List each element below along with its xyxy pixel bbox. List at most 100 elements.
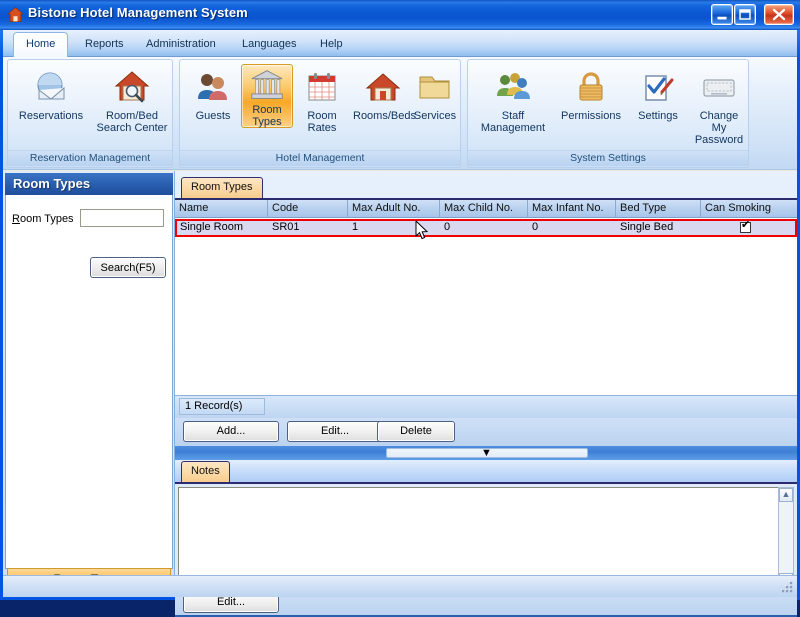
window-title: Bistone Hotel Management System — [28, 5, 248, 20]
ribbon-label-room-types: Room Types — [252, 104, 282, 128]
ribbon-button-settings[interactable]: Settings — [628, 64, 688, 123]
cell-bed-type: Single Bed — [620, 221, 674, 233]
tab-room-types[interactable]: Room Types — [181, 177, 263, 198]
sidebar: Room Types Room Types Search(F5) Room Ty… — [3, 171, 175, 597]
group-people-icon — [497, 73, 530, 99]
cell-max-child: 0 — [444, 221, 451, 233]
title-bar: Bistone Hotel Management System — [0, 0, 800, 30]
sidebar-search-panel: Room Types Search(F5) — [5, 195, 173, 569]
ribbon-group-label-hotel-management: Hotel Management — [180, 150, 460, 166]
grid-action-bar: Add... Edit... Delete — [175, 418, 797, 446]
grid-column-max-child[interactable]: Max Child No. — [440, 200, 528, 218]
table-row[interactable]: Single Room SR01 1 0 0 Single Bed — [175, 219, 797, 237]
ribbon-button-staff-management[interactable]: Staff Management — [474, 64, 552, 135]
notes-scrollbar[interactable]: ▲ ▼ — [778, 487, 794, 588]
keyboard-icon — [703, 79, 735, 97]
ribbon-label-staff-management: Staff Management — [480, 110, 546, 134]
ribbon-label-reservations: Reservations — [18, 110, 84, 122]
ribbon-button-room-types[interactable]: Room Types — [241, 64, 293, 128]
sidebar-header: Room Types — [5, 173, 173, 195]
search-label-rest: oom Types — [19, 213, 74, 225]
ribbon-button-services[interactable]: Services — [410, 64, 460, 123]
pane-splitter[interactable]: ▼ — [175, 446, 797, 460]
search-accel-letter: R — [12, 213, 20, 225]
mouse-cursor — [415, 220, 429, 240]
record-count-label: 1 Record(s) — [179, 398, 265, 415]
ribbon-button-change-my-password[interactable]: Change My Password — [690, 64, 748, 147]
notes-tab-strip: Notes — [175, 460, 797, 482]
ribbon-toolbar: Reservations Room/Bed Search Center Rese… — [3, 57, 797, 170]
ribbon-group-hotel-management: Guests Room Types Room Rates Rooms/Beds … — [179, 59, 461, 168]
menu-tab-administration[interactable]: Administration — [134, 33, 228, 57]
ribbon-group-label-system-settings: System Settings — [468, 150, 748, 166]
globe-envelope-icon — [37, 72, 65, 100]
grid-column-can-smoking[interactable]: Can Smoking — [701, 200, 797, 218]
cell-can-smoking-checkbox[interactable] — [740, 220, 751, 233]
ribbon-button-reservations[interactable]: Reservations — [13, 64, 89, 123]
ribbon-button-rooms-beds[interactable]: Rooms/Beds — [352, 64, 416, 123]
grid-column-max-adult[interactable]: Max Adult No. — [348, 200, 440, 218]
application-window: Bistone Hotel Management System Home Rep… — [0, 0, 800, 617]
ribbon-button-room-rates[interactable]: Room Rates — [296, 64, 348, 135]
edit-button[interactable]: Edit... — [287, 421, 383, 442]
notes-textarea[interactable] — [178, 487, 779, 588]
ribbon-button-guests[interactable]: Guests — [186, 64, 240, 123]
grid-column-name[interactable]: Name — [175, 200, 268, 218]
splitter-handle[interactable]: ▼ — [386, 448, 588, 459]
add-button[interactable]: Add... — [183, 421, 279, 442]
checklist-pen-icon — [645, 75, 674, 101]
calendar-icon — [308, 73, 336, 101]
menu-tab-home[interactable]: Home — [13, 32, 69, 58]
menu-tab-strip: Home Reports Administration Languages He… — [3, 30, 797, 58]
cell-max-infant: 0 — [532, 221, 539, 233]
maximize-button[interactable] — [734, 4, 756, 25]
search-button[interactable]: Search(F5) — [90, 257, 166, 278]
cell-code: SR01 — [272, 221, 300, 233]
search-input[interactable] — [80, 209, 164, 227]
ribbon-group-label-reservation-management: Reservation Management — [8, 150, 172, 166]
menu-tab-reports[interactable]: Reports — [73, 33, 136, 57]
ribbon-button-room-bed-search-center[interactable]: Room/Bed Search Center — [92, 64, 172, 135]
ribbon-label-guests: Guests — [195, 110, 231, 122]
main-content: Room Types Name Code Max Adult No. Max C… — [175, 171, 797, 617]
ribbon-label-room-bed-search-center: Room/Bed Search Center — [96, 110, 168, 134]
resize-grip-icon[interactable] — [777, 578, 795, 596]
close-button[interactable] — [764, 4, 794, 25]
grid-column-bed-type[interactable]: Bed Type — [616, 200, 701, 218]
menu-tab-help[interactable]: Help — [308, 33, 355, 57]
folder-icon — [419, 76, 450, 99]
ribbon-label-permissions: Permissions — [561, 110, 621, 122]
house-icon — [365, 73, 401, 101]
grid-column-code[interactable]: Code — [268, 200, 348, 218]
grid-column-max-infant[interactable]: Max Infant No. — [528, 200, 616, 218]
search-field-label: Room Types — [12, 213, 74, 225]
house-magnifier-icon — [114, 71, 150, 103]
notes-panel: ▲ ▼ — [175, 482, 797, 589]
sidebar-header-title: Room Types — [13, 176, 91, 191]
ribbon-label-services: Services — [413, 110, 457, 122]
ribbon-label-change-my-password: Change My Password — [694, 110, 744, 146]
tab-notes[interactable]: Notes — [181, 461, 230, 482]
delete-button[interactable]: Delete — [377, 421, 455, 442]
cell-name: Single Room — [180, 221, 243, 233]
status-bar — [3, 575, 797, 597]
menu-tab-languages[interactable]: Languages — [230, 33, 308, 57]
padlock-icon — [579, 72, 603, 101]
grid-tab-strip: Room Types — [175, 177, 797, 198]
scroll-up-icon[interactable]: ▲ — [779, 488, 793, 502]
grid-status-bar: 1 Record(s) — [175, 396, 797, 418]
client-area: Home Reports Administration Languages He… — [3, 30, 797, 617]
ribbon-label-rooms-beds: Rooms/Beds — [353, 110, 416, 122]
ribbon-label-settings: Settings — [638, 110, 678, 122]
chevron-down-icon[interactable]: ▼ — [481, 448, 492, 459]
grid-header-row: Name Code Max Adult No. Max Child No. Ma… — [175, 200, 797, 218]
two-people-icon — [198, 74, 227, 100]
ribbon-group-system-settings: Staff Management Permissions Settings Ch… — [467, 59, 749, 168]
room-types-grid[interactable]: Name Code Max Adult No. Max Child No. Ma… — [175, 198, 797, 396]
ribbon-button-permissions[interactable]: Permissions — [556, 64, 626, 123]
minimize-button[interactable] — [711, 4, 733, 25]
app-house-icon — [7, 7, 24, 22]
ribbon-label-room-rates: Room Rates — [307, 110, 337, 134]
ribbon-group-reservation-management: Reservations Room/Bed Search Center Rese… — [7, 59, 173, 168]
bank-building-icon — [251, 70, 283, 99]
